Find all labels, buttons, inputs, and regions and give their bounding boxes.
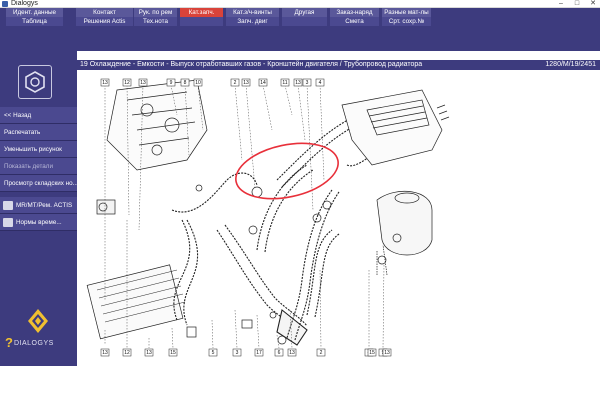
- nav-tech-note[interactable]: Тех.нота: [134, 17, 178, 26]
- highlight-oval: [235, 142, 339, 200]
- callout-bottom-label-8: 13: [289, 350, 295, 356]
- callouts-bottom: 1312131553176132491513: [100, 348, 392, 357]
- expansion-tank[interactable]: [376, 191, 433, 276]
- nav-engine-parts[interactable]: Запч. двиг: [226, 17, 280, 26]
- nav-contact[interactable]: Контакт: [76, 8, 134, 17]
- callout-top-label-7: 13: [243, 80, 249, 86]
- print-button[interactable]: Распечатать: [0, 124, 77, 141]
- callout-top-label-2: 13: [140, 80, 146, 86]
- callout-top-label-5: 10: [195, 80, 201, 86]
- pencil-icon: [3, 218, 13, 227]
- drawing-reference: 1280/M/19/2451: [545, 61, 596, 68]
- maximize-button[interactable]: □: [572, 0, 582, 8]
- top-navigation: Идент. данные Контакт Рук. по рем Кат.за…: [0, 8, 600, 51]
- time-norms-link[interactable]: Нормы време...: [0, 214, 77, 231]
- nav-materials[interactable]: Разные мат-лы: [382, 8, 432, 17]
- callout-bottom-label-7: 6: [278, 350, 281, 356]
- callout-bottom-label-1: 12: [124, 350, 130, 356]
- window-title: Dialogys: [11, 0, 38, 7]
- window-titlebar: Dialogys – □ ✕: [0, 0, 600, 8]
- callouts-top: 13 12 13 9 8 10 2 13 14 11 13 3 4: [100, 78, 325, 87]
- shrink-drawing-button[interactable]: Уменьшить рисунок: [0, 141, 77, 158]
- left-sidebar: << Назад Распечатать Уменьшить рисунок П…: [0, 51, 77, 366]
- callout-top-label-10: 13: [295, 80, 301, 86]
- callout-top-label-4: 8: [184, 80, 187, 86]
- callout-bottom-label-13: 13: [384, 350, 390, 356]
- callout-top-label-8: 14: [260, 80, 266, 86]
- callout-bottom-label-0: 13: [102, 350, 108, 356]
- nav-repair-manual[interactable]: Рук. по рем: [134, 8, 178, 17]
- callout-bottom-label-3: 15: [170, 350, 176, 356]
- drawing-header: 19 Охлаждение - Емкости - Выпуск отработ…: [77, 60, 600, 70]
- callout-top-label-11: 3: [306, 80, 309, 86]
- nav-screws-catalog[interactable]: Кат.з/ч-винты: [226, 8, 280, 17]
- callout-bottom-label-6: 17: [256, 350, 262, 356]
- callout-top-label-1: 12: [124, 80, 130, 86]
- brand-text: DIALOGYS: [14, 340, 54, 347]
- nav-table[interactable]: Таблица: [6, 17, 64, 26]
- exploded-view-svg: 13 12 13 9 8 10 2 13 14 11 13 3 4 13 12 13 15 5 3 17 6 13 2 4 9…: [86, 78, 450, 357]
- close-button[interactable]: ✕: [588, 0, 598, 8]
- back-button[interactable]: << Назад: [0, 107, 77, 124]
- callout-top-label-3: 9: [170, 80, 173, 86]
- time-norms-label: Нормы време...: [16, 219, 62, 226]
- callout-bottom-label-9: 2: [320, 350, 323, 356]
- nav-parts-catalog[interactable]: Кат.запч.: [180, 8, 224, 17]
- nav-saved-number[interactable]: Срт. сохр.№: [382, 17, 432, 26]
- coolant-hoses[interactable]: [171, 114, 383, 346]
- help-icon[interactable]: ?: [5, 335, 13, 350]
- window-controls: – □ ✕: [556, 0, 598, 8]
- radiator[interactable]: [86, 264, 186, 340]
- callout-bottom-label-5: 3: [236, 350, 239, 356]
- heater-box[interactable]: [341, 89, 450, 166]
- callout-top-label-0: 13: [102, 80, 108, 86]
- nav-blank-2: [282, 17, 328, 26]
- nav-estimate[interactable]: Смета: [330, 17, 380, 26]
- header-spacer: [77, 51, 600, 60]
- callout-top-label-6: 2: [234, 80, 237, 86]
- callout-bottom-label-12: 15: [369, 350, 375, 356]
- minimize-button[interactable]: –: [556, 0, 566, 8]
- nav-other[interactable]: Другая: [282, 8, 328, 17]
- show-parts-button[interactable]: Показать детали: [0, 158, 77, 175]
- engine-block[interactable]: [96, 79, 208, 215]
- app-icon: [2, 1, 8, 7]
- actis-repair-link[interactable]: MR/MT/Рем. ACTIS: [0, 197, 77, 214]
- footer-blank: [0, 366, 600, 420]
- callout-bottom-label-2: 13: [146, 350, 152, 356]
- callout-top-label-12: 4: [319, 80, 322, 86]
- stock-view-button[interactable]: Просмотр складских но...: [0, 175, 77, 192]
- nav-ident-data[interactable]: Идент. данные: [6, 8, 64, 17]
- parts-drawing[interactable]: 13 12 13 9 8 10 2 13 14 11 13 3 4 13 12 13 15 5 3 17 6 13 2 4 9…: [77, 70, 600, 366]
- actis-repair-label: MR/MT/Рем. ACTIS: [16, 202, 73, 209]
- document-icon: [3, 201, 13, 210]
- nav-actis-solutions[interactable]: Решения Actis: [76, 17, 134, 26]
- nut-icon[interactable]: [18, 65, 52, 99]
- drawing-title: 19 Охлаждение - Емкости - Выпуск отработ…: [80, 61, 423, 68]
- nav-work-order[interactable]: Заказ-наряд: [330, 8, 380, 17]
- nav-blank-1: [180, 17, 224, 26]
- renault-logo: [28, 309, 48, 333]
- callout-bottom-label-4: 5: [212, 350, 215, 356]
- callout-top-label-9: 11: [282, 80, 287, 86]
